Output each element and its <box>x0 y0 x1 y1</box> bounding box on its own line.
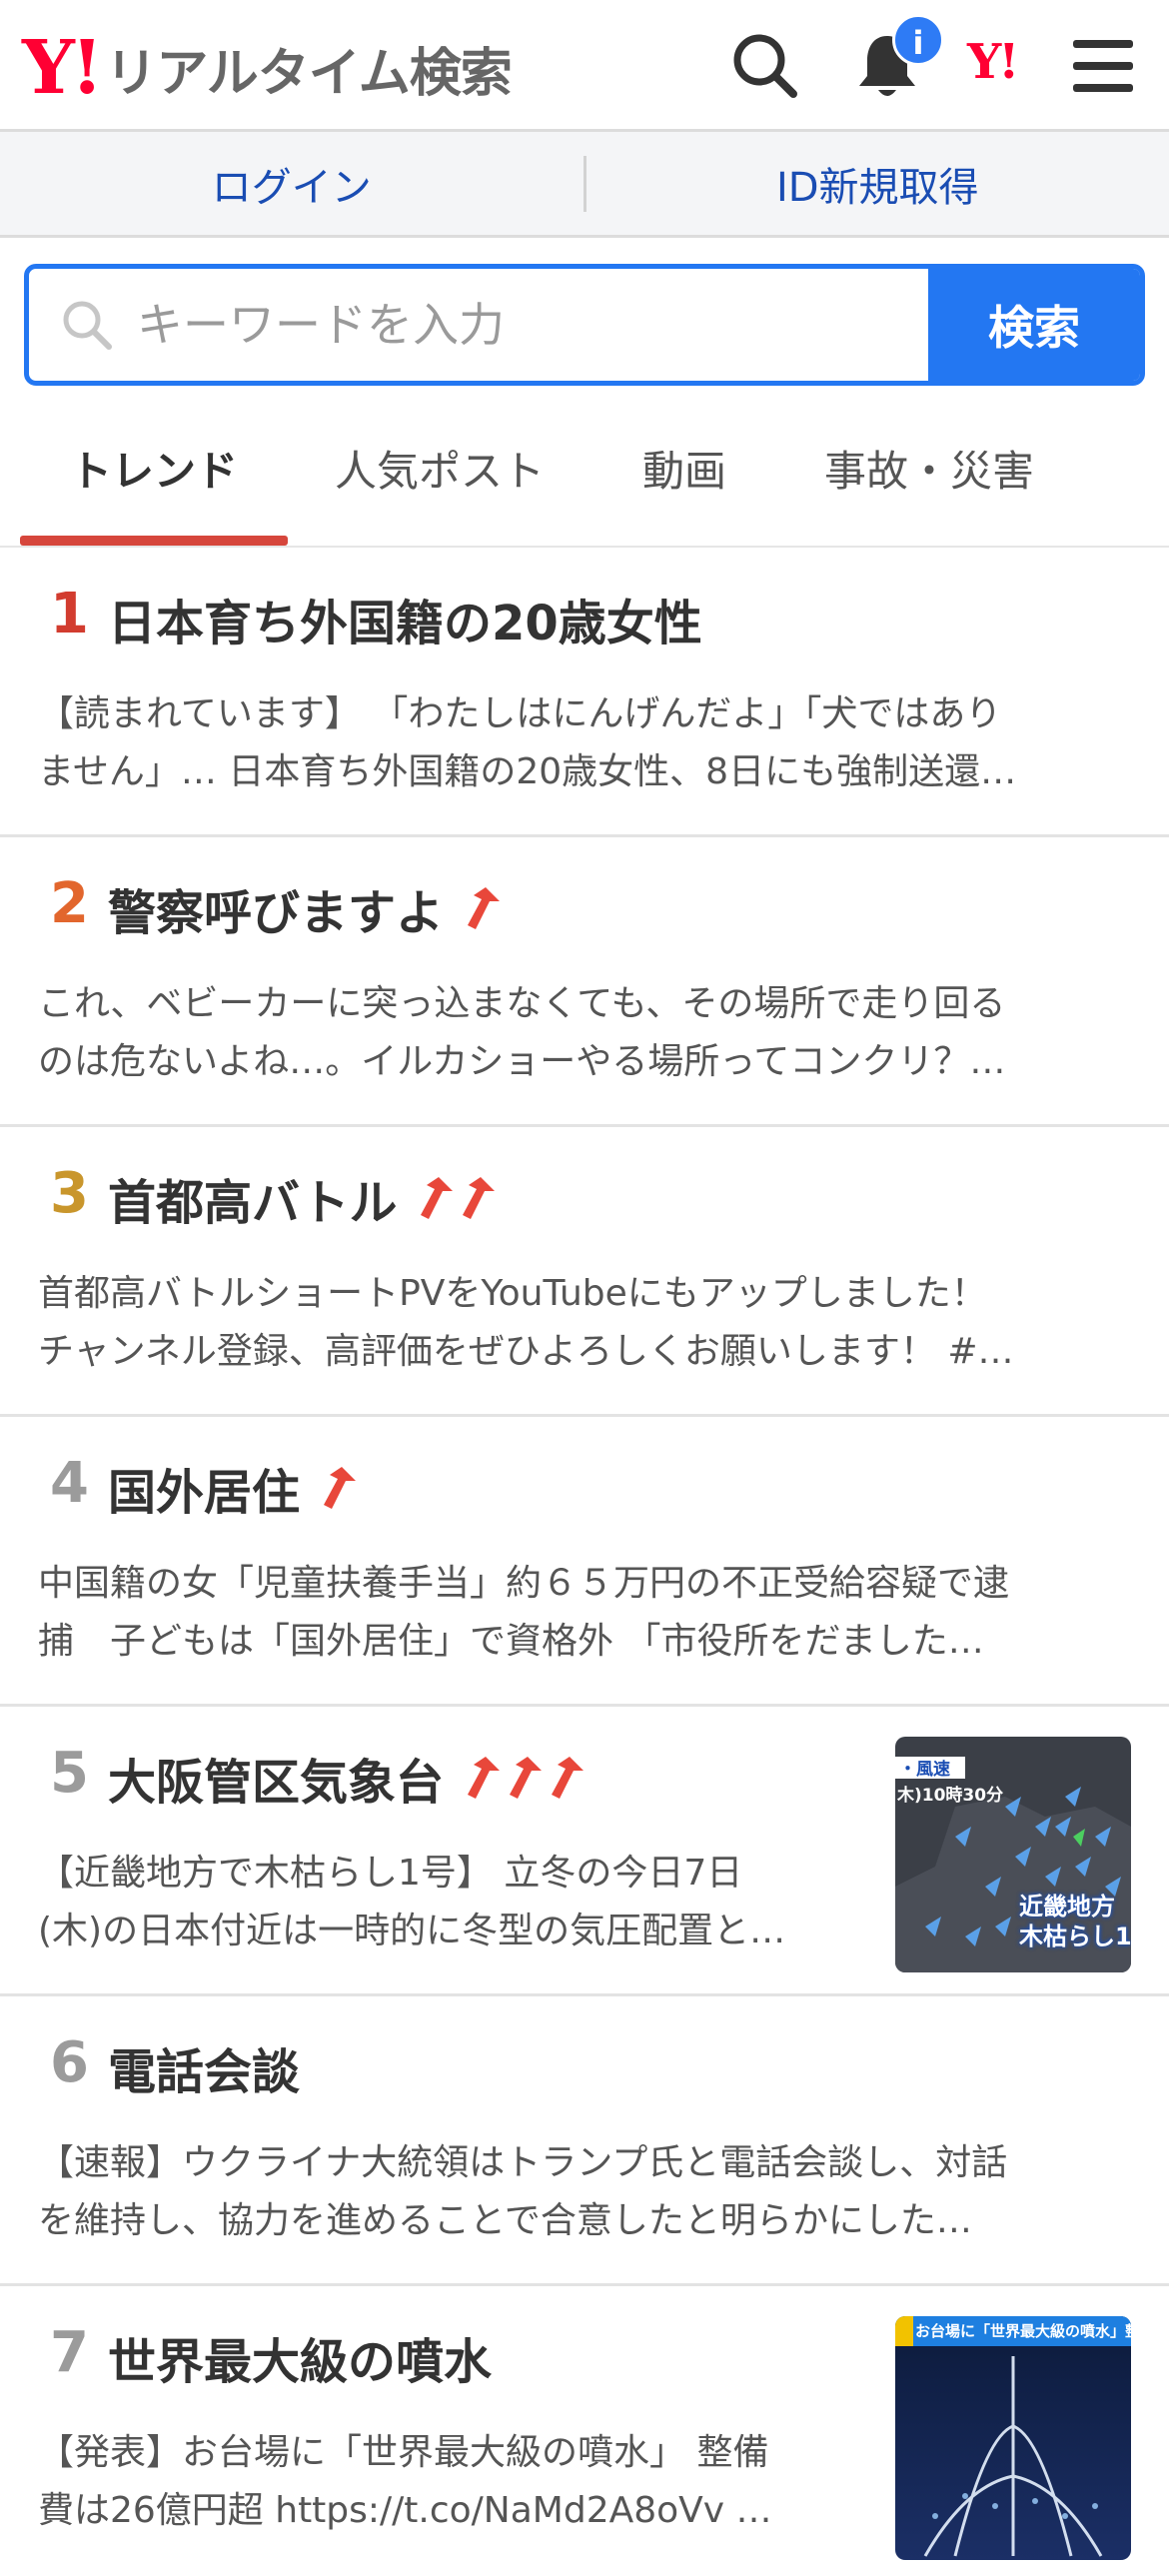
trend-up-arrow-icon <box>409 1173 455 1223</box>
snippet-line: 【近畿地方で木枯らし1号】 立冬の今日7日 <box>38 1845 857 1903</box>
snippet-line: 【発表】お台場に「世界最大級の噴水」 整備 <box>38 2424 857 2482</box>
yahoo-realtime-logo[interactable]: Y! リアルタイム検索 <box>22 28 512 108</box>
trend-title-row: 警察呼びますよ <box>108 873 498 943</box>
snippet-line: これ、ベビーカーに突っ込まなくても、その場所で走り回る <box>38 975 1097 1033</box>
trend-title-row: 国外居住 <box>108 1453 354 1523</box>
login-link[interactable]: ログイン <box>0 155 584 213</box>
trend-snippet: 【発表】お台場に「世界最大級の噴水」 整備 費は26億円超 https://t.… <box>38 2424 857 2540</box>
yahoo-logo-mark: Y! <box>22 31 99 105</box>
trend-snippet: 中国籍の女「児童扶養手当」約６５万円の不正受給容疑で逮 捕 子どもは「国外居住」… <box>38 1555 1097 1671</box>
trend-up-arrows <box>312 1463 354 1513</box>
category-tabs: トレンド 人気ポスト 動画 事故・災害 <box>0 400 1169 548</box>
trend-title: 大阪管区気象台 <box>108 1743 444 1813</box>
trend-title: 日本育ち外国籍の20歳女性 <box>108 584 702 653</box>
snippet-line: (木)の日本付近は一時的に冬型の気圧配置と… <box>38 1903 857 1960</box>
snippet-line: 中国籍の女「児童扶養手当」約６５万円の不正受給容疑で逮 <box>38 1555 1097 1613</box>
snippet-line: チャンネル登録、高評価をぜひよろしくお願いします！ #… <box>38 1323 1097 1381</box>
snippet-line: のは危ないよね…。イルカショーやる場所ってコンクリ？… <box>38 1033 1097 1091</box>
trend-title-row: 電話会談 <box>108 2032 312 2102</box>
snippet-line: 費は26億円超 https://t.co/NaMd2A8oVv … <box>38 2482 857 2540</box>
search-input[interactable] <box>135 297 928 353</box>
search-icon <box>59 297 115 353</box>
trend-item[interactable]: 6 電話会談 【速報】ウクライナ大統領はトランプ氏と電話会談し、対話 を維持し、… <box>0 1996 1169 2286</box>
trend-title: 電話会談 <box>108 2032 300 2102</box>
trend-snippet: 首都高バトルショートPVをYouTubeにもアップしました！ チャンネル登録、高… <box>38 1265 1097 1381</box>
snippet-line: 【読まれています】 「わたしはにんげんだよ」「犬ではあり <box>38 685 1097 743</box>
trend-rank: 4 <box>50 1451 89 1516</box>
tab-popular-posts[interactable]: 人気ポスト <box>310 400 570 546</box>
trend-up-arrow-icon <box>456 1753 502 1803</box>
signup-link[interactable]: ID新規取得 <box>586 155 1169 213</box>
trend-title: 首都高バトル <box>108 1163 397 1233</box>
hamburger-menu-icon[interactable] <box>1065 28 1141 104</box>
trend-snippet: これ、ベビーカーに突っ込まなくても、その場所で走り回る のは危ないよね…。イルカ… <box>38 975 1097 1091</box>
trend-up-arrow-icon <box>312 1463 358 1513</box>
trend-rank: 3 <box>50 1161 89 1226</box>
tab-accidents-disasters[interactable]: 事故・災害 <box>789 400 1069 546</box>
trend-up-arrow-icon <box>451 1173 497 1223</box>
snippet-line: を維持し、協力を進めることで合意したと明らかにした… <box>38 2192 1097 2250</box>
snippet-line: ません」… 日本育ち外国籍の20歳女性、8日にも強制送還… <box>38 743 1097 801</box>
trend-snippet: 【速報】ウクライナ大統領はトランプ氏と電話会談し、対話 を維持し、協力を進めるこ… <box>38 2134 1097 2250</box>
snippet-line: 【速報】ウクライナ大統領はトランプ氏と電話会談し、対話 <box>38 2134 1097 2192</box>
logo-title: リアルタイム検索 <box>105 31 511 106</box>
fountain-image <box>895 2316 1131 2560</box>
map-caption-line: 木枯らし1 <box>1019 1917 1131 1951</box>
yahoo-japan-link-icon[interactable]: Y! <box>967 34 1016 90</box>
trend-title-row: 世界最大級の噴水 <box>108 2322 504 2392</box>
search-icon[interactable] <box>727 28 803 104</box>
trend-up-arrows <box>456 1753 582 1803</box>
trend-item[interactable]: 2 警察呼びますよ これ、ベビーカーに突っ込まなくても、その場所で走り回る のは… <box>0 837 1169 1127</box>
trend-title: 世界最大級の噴水 <box>108 2322 492 2392</box>
trend-rank: 1 <box>50 582 89 646</box>
trend-rank: 5 <box>50 1741 89 1806</box>
search-field <box>29 269 928 381</box>
auth-bar: ログイン ID新規取得 <box>0 132 1169 238</box>
snippet-line: 捕 子どもは「国外居住」で資格外 「市役所をだました… <box>38 1613 1097 1671</box>
app-header: Y! リアルタイム検索 i Y! <box>0 0 1169 132</box>
trend-title-row: 大阪管区気象台 <box>108 1743 582 1813</box>
trend-rank: 2 <box>50 871 89 936</box>
trend-snippet: 【近畿地方で木枯らし1号】 立冬の今日7日 (木)の日本付近は一時的に冬型の気圧… <box>38 1845 857 1960</box>
search-button[interactable]: 検索 <box>928 269 1140 381</box>
trend-item[interactable]: 5 大阪管区気象台 【近畿地方で木枯らし1号】 立冬の今日7日 (木)の日本付近… <box>0 1707 1169 1996</box>
tab-trend[interactable]: トレンド <box>20 400 288 546</box>
trend-title: 警察呼びますよ <box>108 873 444 943</box>
trend-item[interactable]: 4 国外居住 中国籍の女「児童扶養手当」約６５万円の不正受給容疑で逮 捕 子ども… <box>0 1417 1169 1707</box>
map-timestamp: 木)10時30分 <box>897 1781 1003 1806</box>
trend-item[interactable]: 7 世界最大級の噴水 【発表】お台場に「世界最大級の噴水」 整備 費は26億円超… <box>0 2286 1169 2576</box>
trend-title-row: 首都高バトル <box>108 1163 493 1233</box>
trend-title-row: 日本育ち外国籍の20歳女性 <box>108 584 714 653</box>
weather-map-thumbnail[interactable]: ・風速 木)10時30分 近畿地方 木枯らし1 <box>895 1737 1131 1972</box>
search-box: 検索 <box>24 264 1145 386</box>
trend-rank: 7 <box>50 2320 89 2385</box>
fountain-thumbnail[interactable]: お台場に「世界最大級の噴水」整備 <box>895 2316 1131 2560</box>
active-tab-indicator <box>20 536 288 546</box>
trend-item[interactable]: 1 日本育ち外国籍の20歳女性 【読まれています】 「わたしはにんげんだよ」「犬… <box>0 548 1169 837</box>
trend-title: 国外居住 <box>108 1453 300 1523</box>
trend-up-arrows <box>409 1173 493 1223</box>
trend-up-arrow-icon <box>498 1753 544 1803</box>
tab-videos[interactable]: 動画 <box>599 400 769 546</box>
trend-up-arrows <box>456 883 498 933</box>
trend-snippet: 【読まれています】 「わたしはにんげんだよ」「犬ではあり ません」… 日本育ち外… <box>38 685 1097 801</box>
trend-up-arrow-icon <box>456 883 502 933</box>
snippet-line: 首都高バトルショートPVをYouTubeにもアップしました！ <box>38 1265 1097 1323</box>
map-legend-tag: ・風速 <box>899 1755 950 1780</box>
notification-badge: i <box>892 14 944 66</box>
thumbnail-banner-text: お台場に「世界最大級の噴水」整備 <box>915 2320 1131 2341</box>
trend-up-arrow-icon <box>540 1753 585 1803</box>
trend-item[interactable]: 3 首都高バトル 首都高バトルショートPVをYouTubeにもアップしました！ … <box>0 1127 1169 1417</box>
trend-rank: 6 <box>50 2030 89 2095</box>
